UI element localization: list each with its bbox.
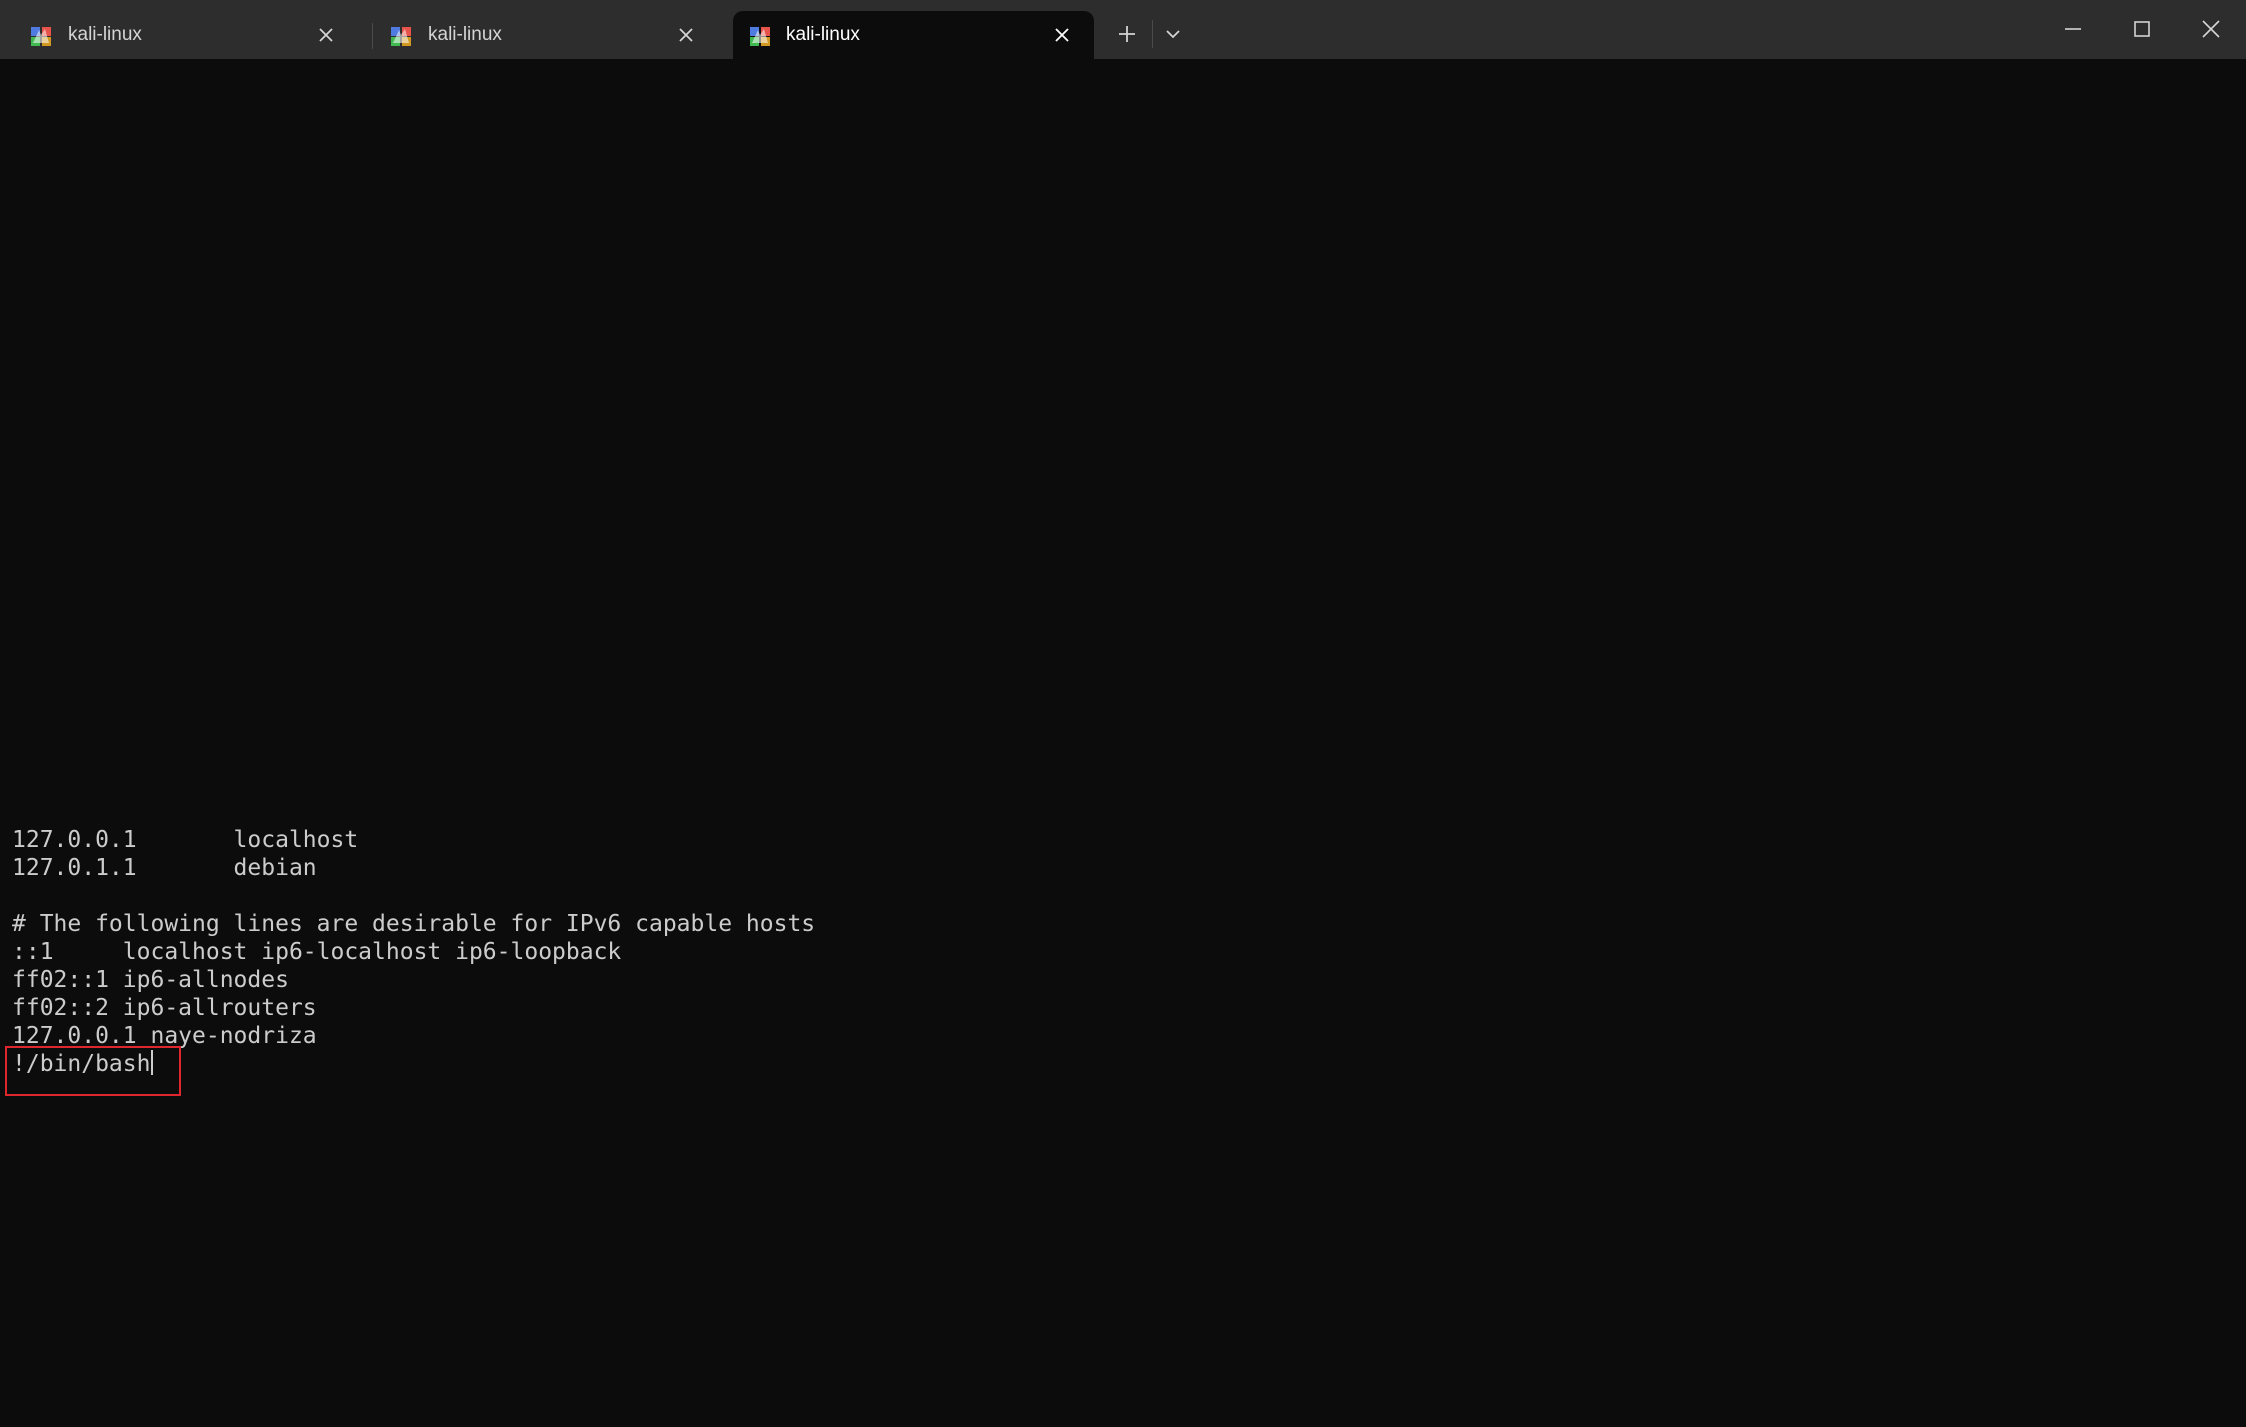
maximize-button[interactable] xyxy=(2107,0,2177,59)
terminal-line: # The following lines are desirable for … xyxy=(12,911,816,937)
command-input-line[interactable]: !/bin/bash xyxy=(12,1050,154,1078)
close-icon[interactable] xyxy=(1050,23,1074,47)
terminal-line: 127.0.0.1 localhost xyxy=(12,827,359,853)
close-window-button[interactable] xyxy=(2176,0,2246,59)
plus-icon xyxy=(1119,26,1135,42)
tab-label: kali-linux xyxy=(786,24,860,45)
tab-label: kali-linux xyxy=(428,24,502,45)
text-cursor xyxy=(151,1050,154,1075)
terminal-line: ff02::1 ip6-allnodes xyxy=(12,967,289,993)
terminal-line: 127.0.0.1 naye-nodriza xyxy=(12,1023,317,1049)
terminal-line: ::1 localhost ip6-localhost ip6-loopback xyxy=(12,939,622,965)
terminal-line: ff02::2 ip6-allrouters xyxy=(12,995,317,1021)
close-icon[interactable] xyxy=(314,23,338,47)
new-tab-button[interactable] xyxy=(1107,14,1147,54)
title-bar: kali-linux kali-linux kali-linux xyxy=(0,0,2246,59)
minimize-button[interactable] xyxy=(2038,0,2108,59)
chevron-down-icon xyxy=(1166,30,1180,39)
tab-kali-linux-2[interactable]: kali-linux xyxy=(362,11,718,59)
close-icon xyxy=(2202,20,2220,38)
kali-linux-icon xyxy=(31,27,51,46)
tab-label: kali-linux xyxy=(68,24,142,45)
command-input-text: !/bin/bash xyxy=(12,1051,151,1077)
terminal-line: 127.0.1.1 debian xyxy=(12,855,317,881)
minimize-icon xyxy=(2065,28,2081,30)
terminal-output[interactable]: 127.0.0.1 localhost 127.0.1.1 debian # T… xyxy=(0,59,2246,1427)
tab-dropdown-button[interactable] xyxy=(1153,14,1193,54)
tab-kali-linux-1[interactable]: kali-linux xyxy=(2,11,358,59)
maximize-icon xyxy=(2134,21,2150,37)
terminal-window: kali-linux kali-linux kali-linux 127.0.0… xyxy=(0,0,2246,1427)
close-icon[interactable] xyxy=(674,23,698,47)
kali-linux-icon xyxy=(391,27,411,46)
tab-kali-linux-3-active[interactable]: kali-linux xyxy=(733,11,1094,59)
kali-linux-icon xyxy=(750,27,770,46)
